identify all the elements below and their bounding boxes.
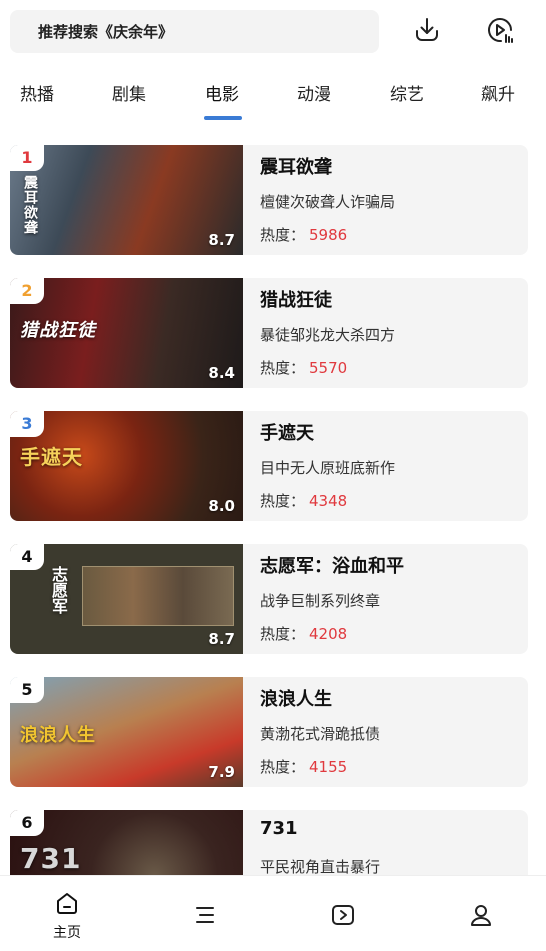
movie-ranking-list: 震耳欲聋 1 8.7 震耳欲聋 檀健次破聋人诈骗局 热度： 5986 猎战狂徒 2… bbox=[0, 145, 546, 875]
item-description: 暴徒邹兆龙大杀四方 bbox=[260, 326, 396, 344]
bottom-navigation: 主页 bbox=[0, 875, 546, 951]
item-description: 战争巨制系列终章 bbox=[260, 592, 381, 610]
item-description: 目中无人原班底新作 bbox=[260, 459, 396, 477]
tab-movies[interactable]: 电影 bbox=[205, 80, 239, 105]
top-header: 推荐搜索《庆余年》 bbox=[0, 0, 546, 64]
nav-home-label: 主页 bbox=[53, 925, 81, 941]
item-title: 731 bbox=[260, 818, 298, 839]
list-icon bbox=[196, 907, 214, 923]
item-info: 731 平民视角直击暴行 bbox=[260, 810, 520, 875]
search-box[interactable]: 推荐搜索《庆余年》 bbox=[10, 10, 379, 53]
item-info: 手遮天 目中无人原班底新作 热度： 4348 bbox=[260, 411, 520, 521]
list-item[interactable]: 猎战狂徒 2 8.4 猎战狂徒 暴徒邹兆龙大杀四方 热度： 5570 bbox=[10, 278, 528, 388]
active-tab-indicator bbox=[204, 116, 242, 120]
item-title: 浪浪人生 bbox=[260, 689, 332, 710]
nav-home[interactable]: 主页 bbox=[45, 890, 89, 942]
poster-image: 震耳欲聋 1 8.7 bbox=[10, 145, 243, 255]
nav-video[interactable] bbox=[321, 902, 365, 932]
rank-badge: 6 bbox=[10, 810, 44, 836]
home-icon bbox=[57, 893, 77, 914]
rank-badge: 4 bbox=[10, 544, 44, 570]
list-item[interactable]: 手遮天 3 8.0 手遮天 目中无人原班底新作 热度： 4348 bbox=[10, 411, 528, 521]
category-tabs: 热播 剧集 电影 动漫 综艺 飙升 bbox=[0, 70, 546, 126]
play-history-icon[interactable] bbox=[484, 14, 516, 46]
list-item[interactable]: 震耳欲聋 1 8.7 震耳欲聋 檀健次破聋人诈骗局 热度： 5986 bbox=[10, 145, 528, 255]
item-title: 猎战狂徒 bbox=[260, 290, 332, 311]
poster-title-text: 手遮天 bbox=[20, 445, 83, 469]
nav-categories[interactable] bbox=[183, 902, 227, 932]
list-item[interactable]: 浪浪人生 5 7.9 浪浪人生 黄渤花式滑跪抵债 热度： 4155 bbox=[10, 677, 528, 787]
user-icon bbox=[471, 905, 491, 926]
tab-anime[interactable]: 动漫 bbox=[297, 80, 331, 105]
list-item[interactable]: 志愿军 4 8.7 志愿军：浴血和平 战争巨制系列终章 热度： 4208 bbox=[10, 544, 528, 654]
item-info: 震耳欲聋 檀健次破聋人诈骗局 热度： 5986 bbox=[260, 145, 520, 255]
heat-label: 热度： bbox=[260, 359, 306, 377]
item-heat: 热度： 5570 bbox=[260, 357, 347, 378]
heat-label: 热度： bbox=[260, 625, 306, 643]
poster-image: 浪浪人生 5 7.9 bbox=[10, 677, 243, 787]
heat-value: 5570 bbox=[309, 359, 348, 377]
heat-value: 4208 bbox=[309, 625, 348, 643]
nav-profile[interactable] bbox=[459, 902, 503, 932]
poster-title-text: 志愿军 bbox=[49, 566, 68, 614]
poster-title-text: 731 bbox=[20, 842, 82, 875]
rank-badge: 1 bbox=[10, 145, 44, 171]
poster-image: 手遮天 3 8.0 bbox=[10, 411, 243, 521]
tab-hot[interactable]: 热播 bbox=[20, 80, 54, 105]
item-info: 志愿军：浴血和平 战争巨制系列终章 热度： 4208 bbox=[260, 544, 520, 654]
poster-photo-collage bbox=[82, 566, 234, 626]
download-icon[interactable] bbox=[411, 14, 443, 46]
score-label: 8.0 bbox=[208, 497, 235, 515]
item-heat: 热度： 4155 bbox=[260, 756, 347, 777]
poster-title-text: 猎战狂徒 bbox=[20, 320, 96, 341]
item-description: 黄渤花式滑跪抵债 bbox=[260, 725, 381, 743]
tab-variety[interactable]: 综艺 bbox=[390, 80, 424, 105]
heat-label: 热度： bbox=[260, 492, 306, 510]
item-title: 手遮天 bbox=[260, 423, 314, 444]
poster-image: 猎战狂徒 2 8.4 bbox=[10, 278, 243, 388]
item-info: 浪浪人生 黄渤花式滑跪抵债 热度： 4155 bbox=[260, 677, 520, 787]
item-heat: 热度： 4208 bbox=[260, 623, 347, 644]
poster-image: 志愿军 4 8.7 bbox=[10, 544, 243, 654]
score-label: 8.7 bbox=[208, 630, 235, 648]
score-label: 8.7 bbox=[208, 231, 235, 249]
heat-value: 4155 bbox=[309, 758, 348, 776]
item-title: 震耳欲聋 bbox=[260, 157, 332, 178]
heat-label: 热度： bbox=[260, 226, 306, 244]
search-suggestion-text: 推荐搜索《庆余年》 bbox=[38, 23, 174, 41]
poster-title-text: 震耳欲聋 bbox=[22, 175, 38, 235]
item-description: 平民视角直击暴行 bbox=[260, 858, 381, 875]
heat-value: 5986 bbox=[309, 226, 348, 244]
score-label: 7.9 bbox=[208, 763, 235, 781]
rank-badge: 2 bbox=[10, 278, 44, 304]
list-item[interactable]: 731 6 731 平民视角直击暴行 bbox=[10, 810, 528, 875]
item-description: 檀健次破聋人诈骗局 bbox=[260, 193, 396, 211]
poster-title-text: 浪浪人生 bbox=[20, 725, 96, 746]
tab-rising[interactable]: 飙升 bbox=[481, 80, 515, 105]
item-title: 志愿军：浴血和平 bbox=[260, 556, 404, 577]
heat-label: 热度： bbox=[260, 758, 306, 776]
item-heat: 热度： 5986 bbox=[260, 224, 347, 245]
score-label: 8.4 bbox=[208, 364, 235, 382]
tab-series[interactable]: 剧集 bbox=[112, 80, 146, 105]
item-info: 猎战狂徒 暴徒邹兆龙大杀四方 热度： 5570 bbox=[260, 278, 520, 388]
item-heat: 热度： 4348 bbox=[260, 490, 347, 511]
rank-badge: 5 bbox=[10, 677, 44, 703]
poster-image: 731 6 bbox=[10, 810, 243, 875]
rank-badge: 3 bbox=[10, 411, 44, 437]
heat-value: 4348 bbox=[309, 492, 348, 510]
video-icon bbox=[332, 905, 354, 925]
